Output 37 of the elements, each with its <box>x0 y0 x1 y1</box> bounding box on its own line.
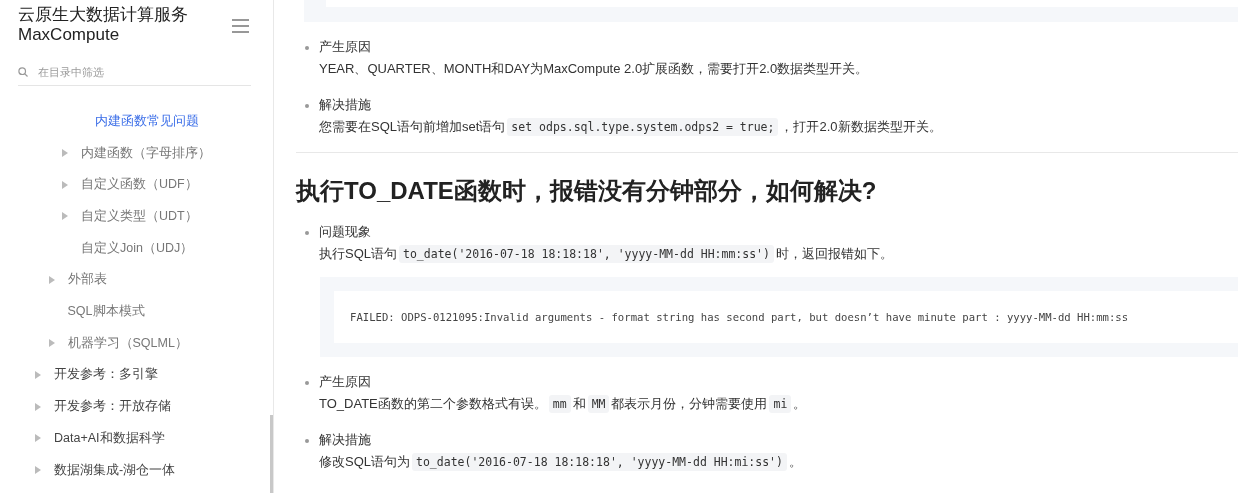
sidebar-subtitle: MaxCompute <box>18 25 121 45</box>
expand-arrow-icon[interactable] <box>35 465 41 474</box>
error-message: FAILED: ODPS-0121095:Invalid arguments - format string has second part, but doesn’t have minute part : yyyy-MM-dd HH:mm:ss <box>334 291 1238 343</box>
body-text: TO_DATE函数的第二个参数格式有误。 mm 和 MM 都表示月份，分钟需要使用 mi 。 <box>319 394 807 415</box>
tree-item[interactable]: 自定义类型（UDT） <box>81 207 198 226</box>
body-text: 您需要在SQL语句前增加set语句 set odps.sql.type.system.odps2 = true; ，打开2.0新数据类型开关。 <box>319 117 942 138</box>
scrollbar[interactable] <box>270 415 273 493</box>
menu-icon[interactable] <box>232 19 249 33</box>
filter-field[interactable]: 在目录中筛选 <box>18 59 251 86</box>
body-text: YEAR、QUARTER、MONTH和DAY为MaxCompute 2.0扩展函数，需要打开2.0数据类型开关。 <box>319 60 869 78</box>
tree-item[interactable]: 自定义函数（UDF） <box>81 175 198 195</box>
sidebar-title: 云原生大数据计算服务 <box>18 5 188 25</box>
expand-arrow-icon[interactable] <box>35 370 41 379</box>
expand-arrow-icon[interactable] <box>62 180 68 189</box>
search-icon <box>18 67 28 77</box>
item-title: 解决措施 <box>319 96 372 114</box>
tree-item[interactable]: 开发参考：开放存储 <box>54 397 171 416</box>
item-title: 产生原因 <box>319 38 372 56</box>
tree-item[interactable]: 外部表 <box>67 270 107 290</box>
expand-arrow-icon[interactable] <box>35 402 41 411</box>
tree-item[interactable]: SQL脚本模式 <box>67 302 145 321</box>
item-title: 解决措施 <box>319 431 372 449</box>
item-title: 问题现象 <box>319 223 372 241</box>
tree-item[interactable]: 数据湖集成-湖仓一体 <box>54 460 176 480</box>
expand-arrow-icon[interactable] <box>48 339 55 348</box>
item-title: 产生原因 <box>319 373 372 391</box>
tree-item[interactable]: 机器学习（SQLML） <box>67 333 188 353</box>
tree-item[interactable]: 开发参考：多引擎 <box>54 365 158 385</box>
expand-arrow-icon[interactable] <box>62 212 68 221</box>
expand-arrow-icon[interactable] <box>48 275 55 284</box>
tree-item[interactable]: 内建函数（字母排序） <box>81 143 211 163</box>
tree-item[interactable]: Data+AI和数据科学 <box>54 428 165 448</box>
tree-item[interactable]: 内建函数常见问题 <box>94 111 199 131</box>
section-heading: 执行TO_DATE函数时，报错没有分钟部分，如何解决? <box>296 176 878 206</box>
expand-arrow-icon[interactable] <box>35 434 41 443</box>
tree-item[interactable]: 自定义Join（UDJ） <box>81 238 194 258</box>
expand-arrow-icon[interactable] <box>62 149 68 158</box>
